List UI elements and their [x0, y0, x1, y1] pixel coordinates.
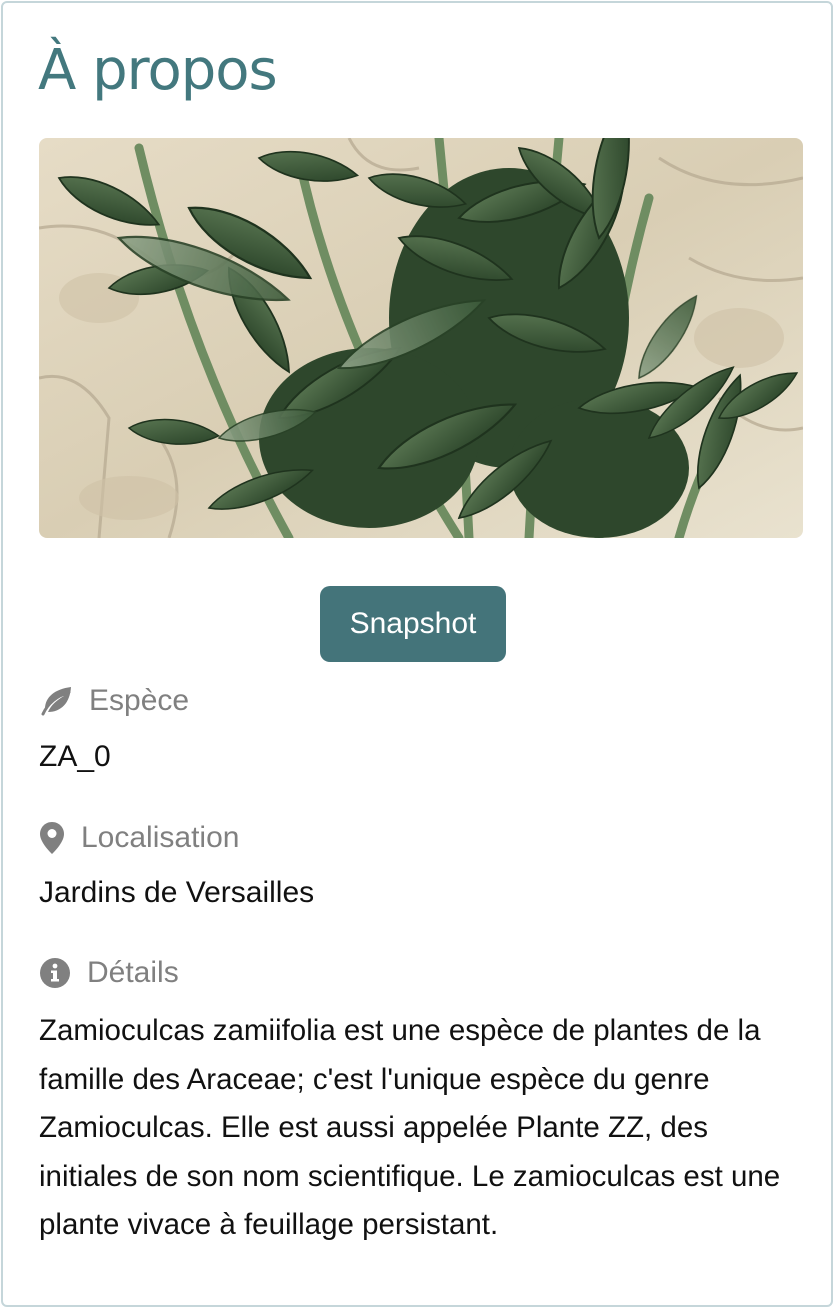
info-circle-icon: [40, 958, 70, 988]
snapshot-button[interactable]: Snapshot: [320, 586, 506, 662]
about-card: À propos Snapshot Espèce ZA_0 Localisati…: [1, 1, 833, 1307]
details-label-row: Détails: [39, 953, 179, 993]
species-label-row: Espèce: [39, 681, 189, 721]
plant-photo: [39, 138, 803, 538]
page-title: À propos: [38, 38, 278, 103]
location-value: Jardins de Versailles: [39, 876, 315, 909]
location-label-row: Localisation: [39, 818, 239, 858]
details-text: Zamioculcas zamiifolia est une espèce de…: [39, 1014, 781, 1241]
details-label: Détails: [87, 956, 179, 989]
leaf-icon: [41, 687, 71, 716]
location-label: Localisation: [81, 821, 240, 854]
map-marker-icon: [40, 822, 64, 854]
species-value: ZA_0: [39, 740, 111, 773]
species-label: Espèce: [89, 684, 190, 717]
